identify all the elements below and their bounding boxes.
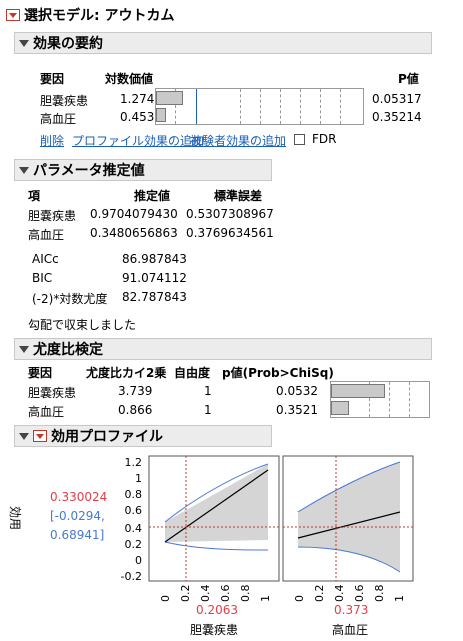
x-axis-2: 0 0.2 0.4 0.6 0.8 1 bbox=[293, 585, 406, 603]
y-ci-low: [-0.0294, bbox=[50, 509, 105, 523]
y-tick-label: 1.2 bbox=[125, 456, 143, 469]
bic-value: 91.074112 bbox=[122, 271, 187, 285]
red-triangle-menu-icon[interactable] bbox=[33, 430, 47, 442]
profiler-plot[interactable]: 1.2 1 0.8 0.6 0.4 0.2 0 -0.2 0 0.2 0.4 0… bbox=[100, 452, 420, 637]
pvalue-value: 0.35214 bbox=[372, 110, 422, 124]
pvalue-value: 0.05317 bbox=[372, 92, 422, 106]
fdr-checkbox[interactable] bbox=[294, 134, 305, 148]
y-tick-label: 0.6 bbox=[125, 504, 143, 517]
df-value: 1 bbox=[204, 384, 212, 398]
x-tick-label: 1 bbox=[393, 595, 406, 602]
col-estimate: 推定値 bbox=[134, 189, 171, 203]
x1-axis-label: 胆嚢疾患 bbox=[190, 623, 239, 637]
neg2loglik-value: 82.787843 bbox=[122, 290, 187, 304]
col-source: 要因 bbox=[28, 366, 53, 380]
source-label: 胆嚢疾患 bbox=[40, 94, 89, 108]
red-triangle-menu-icon[interactable] bbox=[6, 9, 20, 21]
add-profile-effect-button[interactable]: プロファイル効果の追加 bbox=[72, 132, 204, 149]
y-tick-label: 0.4 bbox=[125, 522, 143, 535]
y-tick-label: -0.2 bbox=[121, 570, 142, 583]
y-axis-label: 効用 bbox=[8, 506, 22, 531]
aicc-value: 86.987843 bbox=[122, 252, 187, 266]
col-source: 要因 bbox=[40, 72, 65, 86]
report-title: 選択モデル: アウトカム bbox=[24, 8, 175, 24]
logworth-value: 1.274 bbox=[120, 92, 155, 106]
effect-summary-header[interactable]: 効果の要約 bbox=[14, 32, 432, 54]
x1-current-value: 0.2063 bbox=[196, 603, 238, 617]
profiler-panel-1[interactable] bbox=[148, 455, 280, 582]
term-label: 高血圧 bbox=[28, 228, 65, 242]
df-value: 1 bbox=[204, 403, 212, 417]
y-tick-label: 0.8 bbox=[125, 488, 143, 501]
add-subject-effect-button[interactable]: 被験者効果の追加 bbox=[190, 132, 286, 149]
x-tick-label: 0.2 bbox=[179, 585, 192, 603]
converge-message: 勾配で収束しました bbox=[28, 318, 137, 332]
source-label: 胆嚢疾患 bbox=[28, 386, 77, 400]
bic-label: BIC bbox=[32, 271, 53, 285]
p-value: 0.0532 bbox=[276, 384, 318, 398]
fdr-label: FDR bbox=[312, 132, 337, 146]
remove-button[interactable]: 削除 bbox=[40, 132, 64, 149]
x-tick-label: 0.2 bbox=[313, 585, 326, 603]
x-tick-label: 0.8 bbox=[373, 585, 386, 603]
p-value: 0.3521 bbox=[276, 403, 318, 417]
x2-current-value: 0.373 bbox=[334, 603, 369, 617]
report-header[interactable]: 選択モデル: アウトカム bbox=[2, 4, 460, 26]
y-tick-label: 1 bbox=[135, 472, 142, 485]
disclosure-icon[interactable] bbox=[19, 39, 29, 47]
chisq-value: 0.866 bbox=[118, 403, 153, 417]
col-pvalue: P値 bbox=[398, 72, 419, 86]
x-tick-label: 0 bbox=[293, 595, 306, 602]
col-df: 自由度 bbox=[174, 366, 211, 380]
pvalue-bar-chart bbox=[330, 381, 430, 418]
x-tick-label: 0.8 bbox=[239, 585, 252, 603]
col-pvalue: p値(Prob>ChiSq) bbox=[222, 366, 334, 380]
x-tick-label: 0 bbox=[159, 595, 172, 602]
pvalue-bar bbox=[331, 401, 349, 415]
y-ci-high: 0.68941] bbox=[50, 528, 105, 542]
term-label: 胆嚢疾患 bbox=[28, 209, 77, 223]
logworth-value: 0.453 bbox=[120, 110, 155, 124]
profiler-panel-2[interactable] bbox=[282, 455, 414, 582]
col-chisq: 尤度比カイ2乗 bbox=[86, 366, 167, 380]
col-logworth: 対数価値 bbox=[105, 72, 154, 86]
stderr-value: 0.5307308967 bbox=[186, 207, 274, 221]
estimate-value: 0.3480656863 bbox=[90, 226, 178, 240]
x-tick-label: 0.4 bbox=[333, 585, 346, 603]
stderr-value: 0.3769634561 bbox=[186, 226, 274, 240]
x-tick-label: 1 bbox=[259, 595, 272, 602]
logworth-bar bbox=[156, 108, 166, 122]
profiler-title: 効用プロファイル bbox=[51, 429, 163, 445]
likelihood-ratio-title: 尤度比検定 bbox=[33, 342, 103, 358]
x-tick-label: 0.4 bbox=[199, 585, 212, 603]
disclosure-icon[interactable] bbox=[19, 166, 29, 174]
disclosure-icon[interactable] bbox=[19, 345, 29, 353]
source-label: 高血圧 bbox=[28, 405, 65, 419]
x-tick-label: 0.6 bbox=[219, 585, 232, 603]
source-label: 高血圧 bbox=[40, 112, 77, 126]
aicc-label: AICc bbox=[32, 252, 59, 266]
y-tick-label: 0 bbox=[135, 554, 142, 567]
likelihood-ratio-header[interactable]: 尤度比検定 bbox=[14, 338, 432, 360]
chisq-value: 3.739 bbox=[118, 384, 153, 398]
parameter-estimates-header[interactable]: パラメータ推定値 bbox=[14, 159, 272, 181]
estimate-value: 0.9704079430 bbox=[90, 207, 178, 221]
y-current-value: 0.330024 bbox=[50, 490, 108, 504]
logworth-bar-chart bbox=[155, 88, 364, 125]
x-axis-1: 0 0.2 0.4 0.6 0.8 1 bbox=[159, 585, 272, 603]
effect-summary-title: 効果の要約 bbox=[33, 36, 103, 52]
logworth-bar bbox=[156, 91, 183, 105]
profiler-header[interactable]: 効用プロファイル bbox=[14, 425, 272, 447]
col-stderr: 標準誤差 bbox=[214, 189, 263, 203]
neg2loglik-label: (-2)*対数尤度 bbox=[32, 292, 108, 306]
x-tick-label: 0.6 bbox=[353, 585, 366, 603]
col-term: 項 bbox=[28, 189, 41, 203]
disclosure-icon[interactable] bbox=[19, 432, 29, 440]
y-tick-label: 0.2 bbox=[125, 538, 143, 551]
pvalue-bar bbox=[331, 384, 385, 398]
significance-line bbox=[196, 89, 197, 124]
parameter-estimates-title: パラメータ推定値 bbox=[33, 163, 145, 179]
y-axis: 1.2 1 0.8 0.6 0.4 0.2 0 -0.2 bbox=[121, 456, 142, 583]
x2-axis-label: 高血圧 bbox=[332, 623, 369, 637]
